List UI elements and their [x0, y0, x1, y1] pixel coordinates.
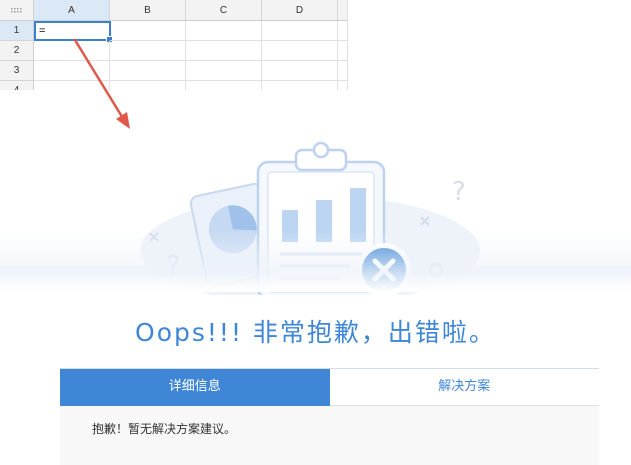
select-all-corner[interactable]: [0, 0, 34, 21]
tab-solutions[interactable]: 解决方案: [329, 369, 599, 406]
cell-d3[interactable]: [262, 61, 338, 81]
cell-d2[interactable]: [262, 41, 338, 61]
error-illustration: ? ?: [140, 141, 480, 295]
cell-a1-value: =: [39, 25, 46, 37]
spreadsheet: A B C D 1 2 3 4 =: [0, 0, 348, 90]
column-header-c[interactable]: C: [186, 0, 262, 21]
panel-message: 抱歉！暂无解决方案建议。: [92, 422, 237, 436]
column-header-d[interactable]: D: [262, 0, 338, 21]
row-header-2[interactable]: 2: [0, 41, 34, 61]
question-mark-icon: ?: [166, 249, 181, 282]
error-details-panel: 详细信息 解决方案 抱歉！暂无解决方案建议。: [60, 368, 599, 465]
cell-d4[interactable]: [262, 81, 338, 90]
cell-c2[interactable]: [186, 41, 262, 61]
sheet-edge: [347, 0, 348, 90]
grid-dots-icon: [11, 8, 22, 13]
cell-d1[interactable]: [262, 21, 338, 41]
cell-c4[interactable]: [186, 81, 262, 90]
svg-text:?: ?: [452, 177, 466, 207]
cell-c1[interactable]: [186, 21, 262, 41]
annotation-arrow: [73, 38, 130, 129]
row-header-4[interactable]: 4: [0, 81, 34, 90]
cell-c3[interactable]: [186, 61, 262, 81]
tab-details[interactable]: 详细信息: [60, 369, 330, 406]
error-title: Oops!!! 非常抱歉，出错啦。: [135, 318, 496, 347]
row-header-3[interactable]: 3: [0, 61, 34, 81]
column-header-b[interactable]: B: [110, 0, 186, 21]
question-mark-icon: ?: [452, 177, 466, 207]
column-header-a[interactable]: A: [34, 0, 110, 21]
svg-text:?: ?: [166, 249, 181, 282]
error-x-icon: [357, 243, 411, 295]
tab-bar: 详细信息 解决方案: [60, 368, 599, 406]
row-header-1[interactable]: 1: [0, 21, 34, 41]
